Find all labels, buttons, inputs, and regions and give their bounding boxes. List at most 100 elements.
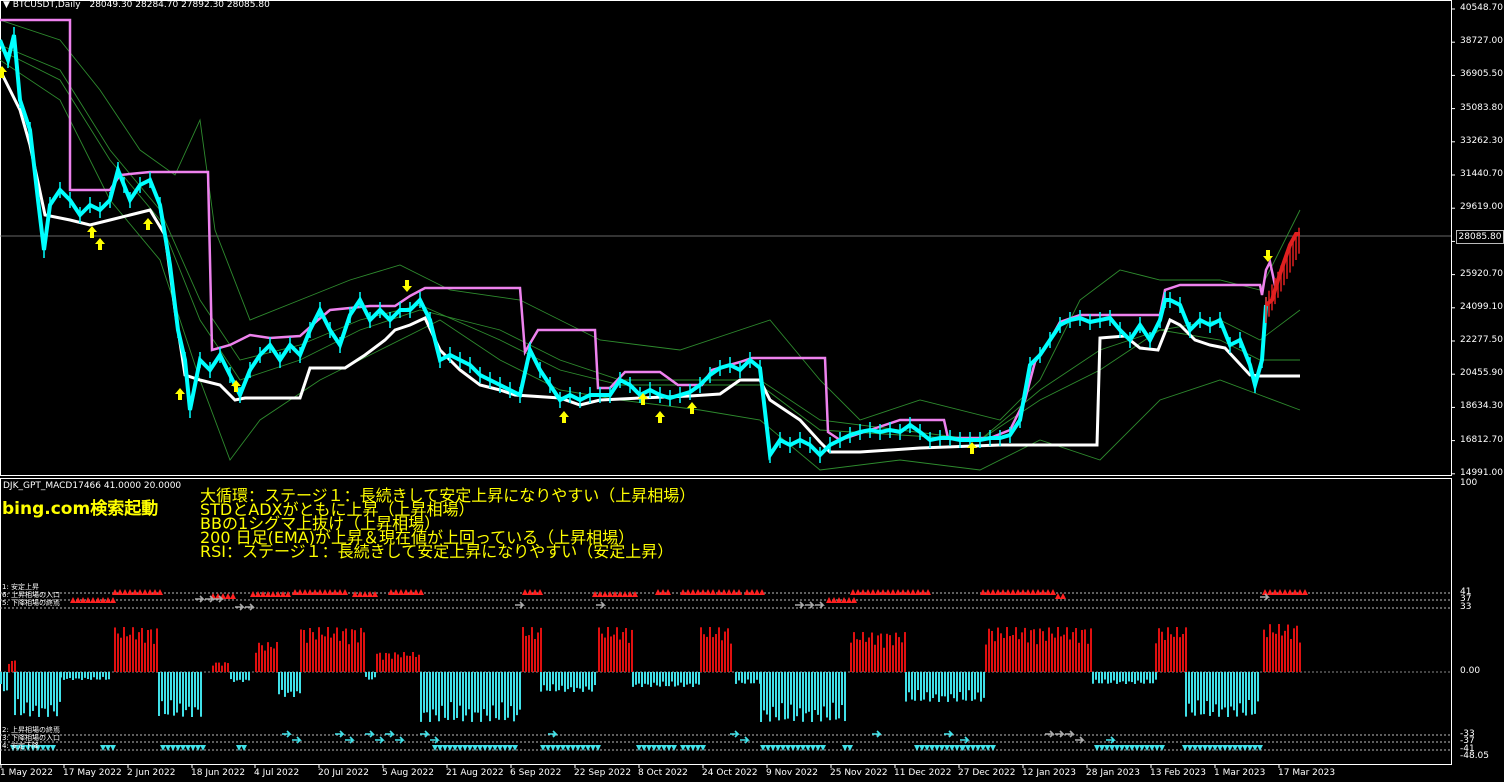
stage-up-marker [1267,589,1273,595]
date-label: 13 Feb 2023 [1150,768,1207,778]
stage-up-marker [1055,593,1061,599]
stage-up-marker [602,591,608,597]
histogram-bar [99,672,101,680]
stage-up-marker [721,589,727,595]
histogram-bar [20,672,22,716]
stage-up-marker [280,591,286,597]
histogram-bar [81,672,83,680]
histogram-bar [635,672,637,685]
histogram-bar [438,672,440,722]
histogram-bar [441,672,443,706]
level-label: 4: 安定下降 [2,742,40,750]
histogram-bar [766,672,768,715]
stage-up-marker [312,589,318,595]
histogram-bar [501,672,503,703]
histogram-bar [522,627,524,672]
histogram-bar [1113,672,1115,681]
histogram-bar [348,644,350,672]
histogram-bar [14,672,16,716]
histogram-bar [814,672,816,711]
histogram-bar [1039,628,1041,672]
histogram-bar [477,672,479,713]
histogram-bar [1033,629,1035,672]
histogram-bar [935,672,937,695]
date-label: 27 Dec 2022 [958,768,1016,778]
histogram-bar [29,672,31,717]
stage-down-marker [646,745,652,751]
histogram-bar [947,672,949,702]
dropdown-triangle-icon[interactable]: ▼ [3,0,10,10]
histogram-bar [1143,672,1145,684]
histogram-bar [1221,672,1223,710]
stage-up-marker [995,589,1001,595]
stage-up-marker [607,591,613,597]
down-arrow-icon [402,280,412,292]
price-label: 14991.00 [1460,467,1503,478]
histogram-bar [911,672,913,700]
level-label: 2: 上昇相場の終焉 [2,726,61,734]
stage-up-marker [660,589,666,595]
histogram-bar [1278,624,1280,672]
bing-search-button[interactable]: bing.com検索起動 [2,494,158,519]
histogram-bar [215,662,217,672]
histogram-bar [35,672,37,706]
stage-down-marker [842,745,848,751]
histogram-bar [474,672,476,713]
histogram-bar [570,672,572,688]
histogram-bar [300,629,302,672]
stage-down-marker [1242,745,1248,751]
histogram-bar [671,672,673,682]
histogram-bar [60,672,62,678]
stage-up-marker [895,589,901,595]
histogram-bar [790,672,792,705]
histogram-bar [426,672,428,713]
histogram-bar [354,630,356,672]
histogram-bar [1269,624,1271,672]
histogram-bar [1200,672,1202,715]
histogram-bar [889,635,891,672]
histogram-bar [1146,672,1148,680]
stage-down-marker [770,745,776,751]
stage-down-marker [970,745,976,751]
histogram-bar [543,672,545,686]
histogram-bar [674,672,676,687]
histogram-bar [44,672,46,709]
histogram-bar [1006,627,1008,672]
histogram-bar [1239,672,1241,704]
price-label: 24099.10 [1460,301,1503,312]
stage-up-marker [1050,589,1056,595]
chart-canvas[interactable] [0,0,1504,782]
stage-up-marker [142,589,148,595]
stage-up-marker [905,589,911,595]
stage-up-marker [332,589,338,595]
histogram-bar [1215,672,1217,705]
stage-up-marker [1272,589,1278,595]
up-arrow-icon [95,238,105,250]
histogram-bar [309,628,311,672]
stage-up-marker [705,589,711,595]
ohlc-values: 28049.30 28284.70 27892.30 28085.80 [89,0,270,10]
price-label: 29619.00 [1460,202,1503,213]
chart-window[interactable]: ▼ BTCUSDT,Daily 28049.30 28284.70 27892.… [0,0,1504,782]
histogram-bar [956,672,958,702]
histogram-bar [351,629,353,672]
date-label: 22 Sep 2022 [574,768,632,778]
histogram-bar [1057,627,1059,672]
stage-up-marker [870,589,876,595]
histogram-bar [158,672,160,716]
stage-up-marker [655,589,661,595]
histogram-bar [1045,640,1047,672]
histogram-bar [8,663,10,672]
histogram-bar [983,672,985,698]
histogram-bar [394,652,396,672]
histogram-bar [886,633,888,672]
histogram-bar [1224,672,1226,708]
stage-down-marker [110,745,116,751]
histogram-bar [1030,630,1032,672]
histogram-bar [471,672,473,722]
histogram-bar [859,639,861,672]
stage-up-marker [408,589,414,595]
histogram-bar [920,672,922,701]
histogram-bar [141,627,143,672]
stage-up-marker [342,589,348,595]
